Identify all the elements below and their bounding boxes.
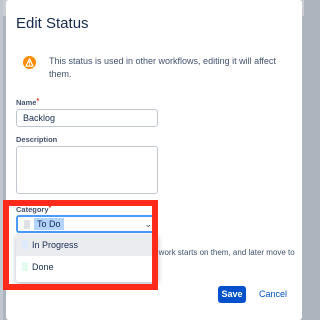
category-label-text: Category [16, 205, 49, 214]
backdrop-rail [0, 0, 3, 320]
category-select[interactable]: To Do ⌄ [16, 215, 158, 233]
name-input[interactable]: Backlog [16, 109, 158, 127]
name-label-text: Name [16, 98, 37, 107]
category-selected-value: To Do [34, 218, 64, 230]
option-label: In Progress [32, 240, 79, 250]
option-label: Done [32, 262, 54, 272]
category-hint-fragment-1: c [152, 237, 156, 246]
description-label: Description [16, 135, 58, 144]
todo-color-swatch [24, 220, 30, 229]
category-hint-fragment-2: e work starts on them, and later move to [152, 248, 295, 257]
cancel-button[interactable]: Cancel [259, 286, 287, 303]
name-required-marker: * [36, 98, 40, 105]
category-required-marker: * [48, 205, 52, 212]
category-option-done[interactable]: Done [16, 256, 158, 278]
warning-message: This status is used in other workflows, … [49, 56, 276, 79]
done-color-swatch [22, 262, 28, 271]
save-button[interactable]: Save [218, 286, 246, 303]
chevron-down-icon[interactable]: ⌄ [144, 219, 152, 230]
dialog-title: Edit Status [16, 15, 89, 32]
edit-status-dialog: Edit Status This status is used in other… [6, 0, 302, 320]
in-progress-color-swatch [22, 240, 28, 249]
category-label: Category* [16, 205, 51, 214]
description-textarea[interactable] [16, 146, 158, 194]
category-option-in-progress[interactable]: In Progress [16, 234, 158, 256]
warning-icon [23, 56, 36, 69]
name-label: Name* [16, 98, 39, 107]
category-dropdown-menu: In Progress Done [16, 234, 158, 282]
